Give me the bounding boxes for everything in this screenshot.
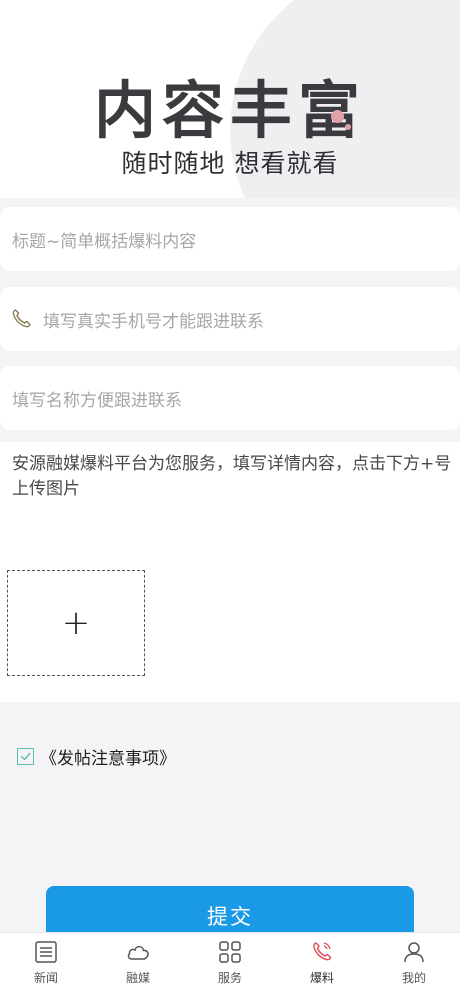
- tab-label-news: 新闻: [33, 971, 58, 985]
- hero-banner: 内容丰富 随时随地 想看就看: [0, 0, 460, 198]
- name-placeholder: 填写名称方便跟进联系: [12, 390, 182, 411]
- tab-report[interactable]: 爆料: [276, 933, 368, 997]
- tab-profile[interactable]: 我的: [368, 933, 460, 997]
- tab-services[interactable]: 服务: [184, 933, 276, 997]
- phone-icon: [313, 942, 332, 961]
- tab-label-services: 服务: [217, 971, 242, 985]
- tab-label-profile: 我的: [401, 971, 426, 985]
- tab-label-media: 融媒: [125, 971, 150, 985]
- title-field[interactable]: 标题~简单概括爆料内容: [0, 207, 460, 271]
- name-field[interactable]: 填写名称方便跟进联系: [0, 366, 460, 430]
- phone-field[interactable]: 填写真实手机号才能跟进联系: [0, 287, 460, 351]
- hero-dot-decoration-small: [345, 124, 351, 130]
- phone-placeholder: 填写真实手机号才能跟进联系: [43, 311, 264, 332]
- tab-news[interactable]: 新闻: [0, 933, 92, 997]
- bottom-tab-bar: 新闻 融媒 服务 爆料 我的: [0, 932, 460, 997]
- tab-label-report: 爆料: [309, 971, 334, 985]
- grid-icon: [219, 941, 241, 963]
- cloud-icon: [127, 945, 149, 960]
- agreement-row[interactable]: 《发帖注意事项》: [17, 744, 176, 769]
- hero-subtitle: 随时随地 想看就看: [121, 149, 339, 178]
- plus-icon: +: [61, 603, 91, 643]
- person-icon: [404, 942, 424, 963]
- list-icon: [35, 941, 57, 963]
- hero-title: 内容丰富: [93, 74, 366, 147]
- agreement-link[interactable]: 《发帖注意事项》: [40, 744, 176, 769]
- hero-dot-decoration: [331, 110, 344, 123]
- title-placeholder: 标题~简单概括爆料内容: [12, 231, 197, 252]
- phone-icon: [9, 307, 33, 331]
- content-textarea[interactable]: 安源融媒爆料平台为您服务，填写详情内容，点击下方+号上传图片 +: [0, 442, 460, 702]
- upload-image-button[interactable]: +: [7, 570, 145, 676]
- tab-media[interactable]: 融媒: [92, 933, 184, 997]
- checkbox-icon[interactable]: [17, 748, 34, 765]
- content-placeholder: 安源融媒爆料平台为您服务，填写详情内容，点击下方+号上传图片: [12, 454, 452, 499]
